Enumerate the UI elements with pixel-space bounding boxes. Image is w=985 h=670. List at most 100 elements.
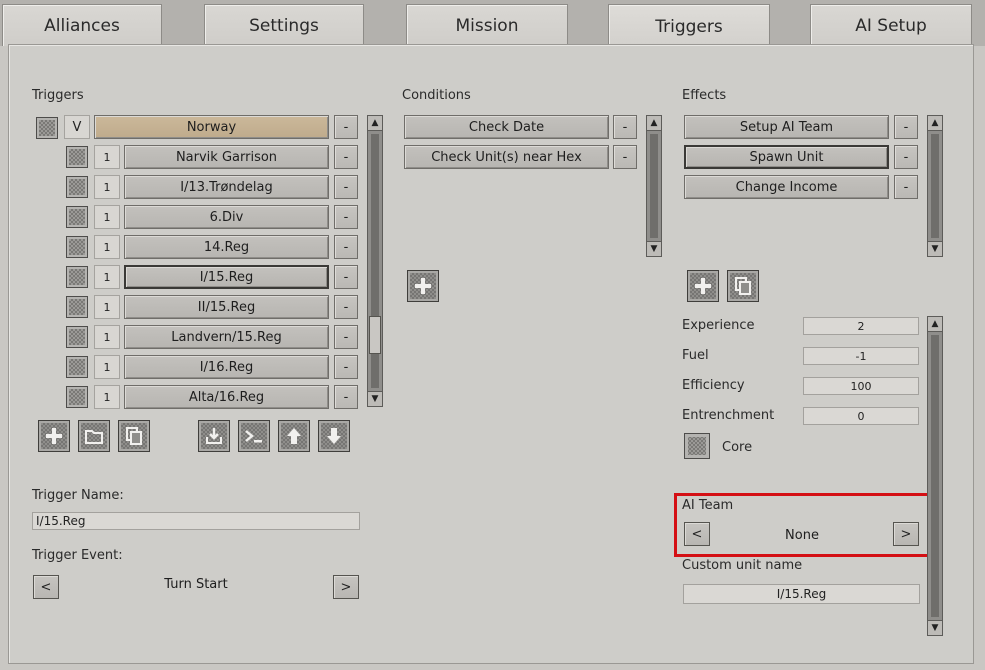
- plus-icon: [46, 428, 62, 444]
- trigger-row-name[interactable]: I/15.Reg: [124, 265, 329, 289]
- trigger-row-checkbox[interactable]: [66, 236, 88, 258]
- scroll-down-icon[interactable]: ▼: [928, 241, 942, 256]
- copy-icon: [126, 427, 142, 445]
- effect-spawn-unit-remove-button[interactable]: -: [894, 145, 918, 169]
- trigger-row-count[interactable]: 1: [94, 295, 120, 319]
- trigger-row-count[interactable]: 1: [94, 265, 120, 289]
- tab-alliances[interactable]: Alliances: [2, 4, 162, 46]
- trigger-row-remove-button[interactable]: -: [334, 235, 358, 259]
- ai-team-prev-button[interactable]: <: [684, 522, 710, 546]
- trigger-row-count[interactable]: 1: [94, 145, 120, 169]
- trigger-row-count[interactable]: 1: [94, 235, 120, 259]
- prop-entrenchment-label: Entrenchment: [682, 408, 775, 423]
- trigger-row-name[interactable]: Alta/16.Reg: [124, 385, 329, 409]
- scroll-up-icon[interactable]: ▲: [368, 116, 382, 131]
- effect-change-income-remove-button[interactable]: -: [894, 175, 918, 199]
- tab-mission[interactable]: Mission: [406, 4, 568, 46]
- ai-team-label: AI Team: [682, 498, 734, 513]
- trigger-row-remove-button[interactable]: -: [334, 175, 358, 199]
- trigger-row-name[interactable]: Narvik Garrison: [124, 145, 329, 169]
- trigger-row-remove-button[interactable]: -: [334, 325, 358, 349]
- trigger-row-remove-button[interactable]: -: [334, 145, 358, 169]
- folder-icon: [85, 430, 103, 444]
- trigger-folder-button[interactable]: [78, 420, 110, 452]
- download-icon: [206, 428, 222, 444]
- trigger-row-remove-button[interactable]: -: [334, 205, 358, 229]
- trigger-row-remove-button[interactable]: -: [334, 355, 358, 379]
- triggers-scrollbar[interactable]: ▲ ▼: [367, 115, 383, 407]
- custom-unit-name-label: Custom unit name: [682, 558, 803, 573]
- tab-triggers[interactable]: Triggers: [608, 4, 770, 48]
- trigger-event-next-button[interactable]: >: [333, 575, 359, 599]
- trigger-row-checkbox[interactable]: [66, 176, 88, 198]
- trigger-row-count[interactable]: 1: [94, 205, 120, 229]
- prop-fuel-input[interactable]: -1: [803, 347, 919, 365]
- trigger-row-count[interactable]: 1: [94, 355, 120, 379]
- trigger-row-count[interactable]: 1: [94, 325, 120, 349]
- move-trigger-up-button[interactable]: [278, 420, 310, 452]
- prop-efficiency-input[interactable]: 100: [803, 377, 919, 395]
- trigger-row-checkbox[interactable]: [66, 356, 88, 378]
- script-console-button[interactable]: [238, 420, 270, 452]
- scroll-down-icon[interactable]: ▼: [928, 620, 942, 635]
- effect-setup-ai-team-remove-button[interactable]: -: [894, 115, 918, 139]
- trigger-row-name[interactable]: 14.Reg: [124, 235, 329, 259]
- trigger-row-checkbox[interactable]: [66, 296, 88, 318]
- effect-setup-ai-team[interactable]: Setup AI Team: [684, 115, 889, 139]
- trigger-row-remove-button[interactable]: -: [334, 265, 358, 289]
- ai-team-next-button[interactable]: >: [893, 522, 919, 546]
- move-trigger-down-button[interactable]: [318, 420, 350, 452]
- trigger-row-remove-button[interactable]: -: [334, 385, 358, 409]
- scroll-thumb[interactable]: [369, 316, 381, 354]
- trigger-name-input[interactable]: I/15.Reg: [32, 512, 360, 530]
- trigger-row-count[interactable]: 1: [94, 175, 120, 199]
- trigger-group-checkbox[interactable]: [36, 117, 58, 139]
- trigger-row-name[interactable]: I/13.Trøndelag: [124, 175, 329, 199]
- add-trigger-button[interactable]: [38, 420, 70, 452]
- trigger-event-prev-button[interactable]: <: [33, 575, 59, 599]
- effect-change-income[interactable]: Change Income: [684, 175, 889, 199]
- trigger-row-name[interactable]: I/16.Reg: [124, 355, 329, 379]
- effect-spawn-unit[interactable]: Spawn Unit: [684, 145, 889, 169]
- add-condition-button[interactable]: [407, 270, 439, 302]
- trigger-group-remove-button[interactable]: -: [334, 115, 358, 139]
- import-trigger-button[interactable]: [198, 420, 230, 452]
- copy-effect-button[interactable]: [727, 270, 759, 302]
- trigger-row-name[interactable]: 6.Div: [124, 205, 329, 229]
- condition-check-date[interactable]: Check Date: [404, 115, 609, 139]
- scroll-down-icon[interactable]: ▼: [368, 391, 382, 406]
- scroll-down-icon[interactable]: ▼: [647, 241, 661, 256]
- trigger-row-remove-button[interactable]: -: [334, 295, 358, 319]
- trigger-row-name[interactable]: II/15.Reg: [124, 295, 329, 319]
- trigger-group-flag[interactable]: V: [64, 115, 90, 139]
- effect-properties-scrollbar[interactable]: ▲ ▼: [927, 316, 943, 636]
- condition-check-date-remove-button[interactable]: -: [613, 115, 637, 139]
- scroll-up-icon[interactable]: ▲: [928, 116, 942, 131]
- copy-trigger-button[interactable]: [118, 420, 150, 452]
- ai-team-value: None: [785, 528, 819, 543]
- add-effect-button[interactable]: [687, 270, 719, 302]
- effects-scrollbar[interactable]: ▲ ▼: [927, 115, 943, 257]
- custom-unit-name-input[interactable]: I/15.Reg: [683, 584, 920, 604]
- trigger-row-checkbox[interactable]: [66, 206, 88, 228]
- trigger-row-checkbox[interactable]: [66, 326, 88, 348]
- tab-ai-setup[interactable]: AI Setup: [810, 4, 972, 46]
- trigger-row-checkbox[interactable]: [66, 386, 88, 408]
- trigger-row-checkbox[interactable]: [66, 266, 88, 288]
- prop-entrenchment-input[interactable]: 0: [803, 407, 919, 425]
- scroll-up-icon[interactable]: ▲: [647, 116, 661, 131]
- trigger-group-norway[interactable]: Norway: [94, 115, 329, 139]
- prop-experience-input[interactable]: 2: [803, 317, 919, 335]
- condition-check-units-near-hex[interactable]: Check Unit(s) near Hex: [404, 145, 609, 169]
- tab-settings[interactable]: Settings: [204, 4, 364, 46]
- prop-fuel-label: Fuel: [682, 348, 709, 363]
- conditions-scrollbar[interactable]: ▲ ▼: [646, 115, 662, 257]
- trigger-row-name[interactable]: Landvern/15.Reg: [124, 325, 329, 349]
- core-checkbox[interactable]: [684, 433, 710, 459]
- terminal-icon: [245, 430, 262, 443]
- trigger-row-checkbox[interactable]: [66, 146, 88, 168]
- condition-check-units-remove-button[interactable]: -: [613, 145, 637, 169]
- scroll-up-icon[interactable]: ▲: [928, 317, 942, 332]
- trigger-row-count[interactable]: 1: [94, 385, 120, 409]
- prop-experience-label: Experience: [682, 318, 755, 333]
